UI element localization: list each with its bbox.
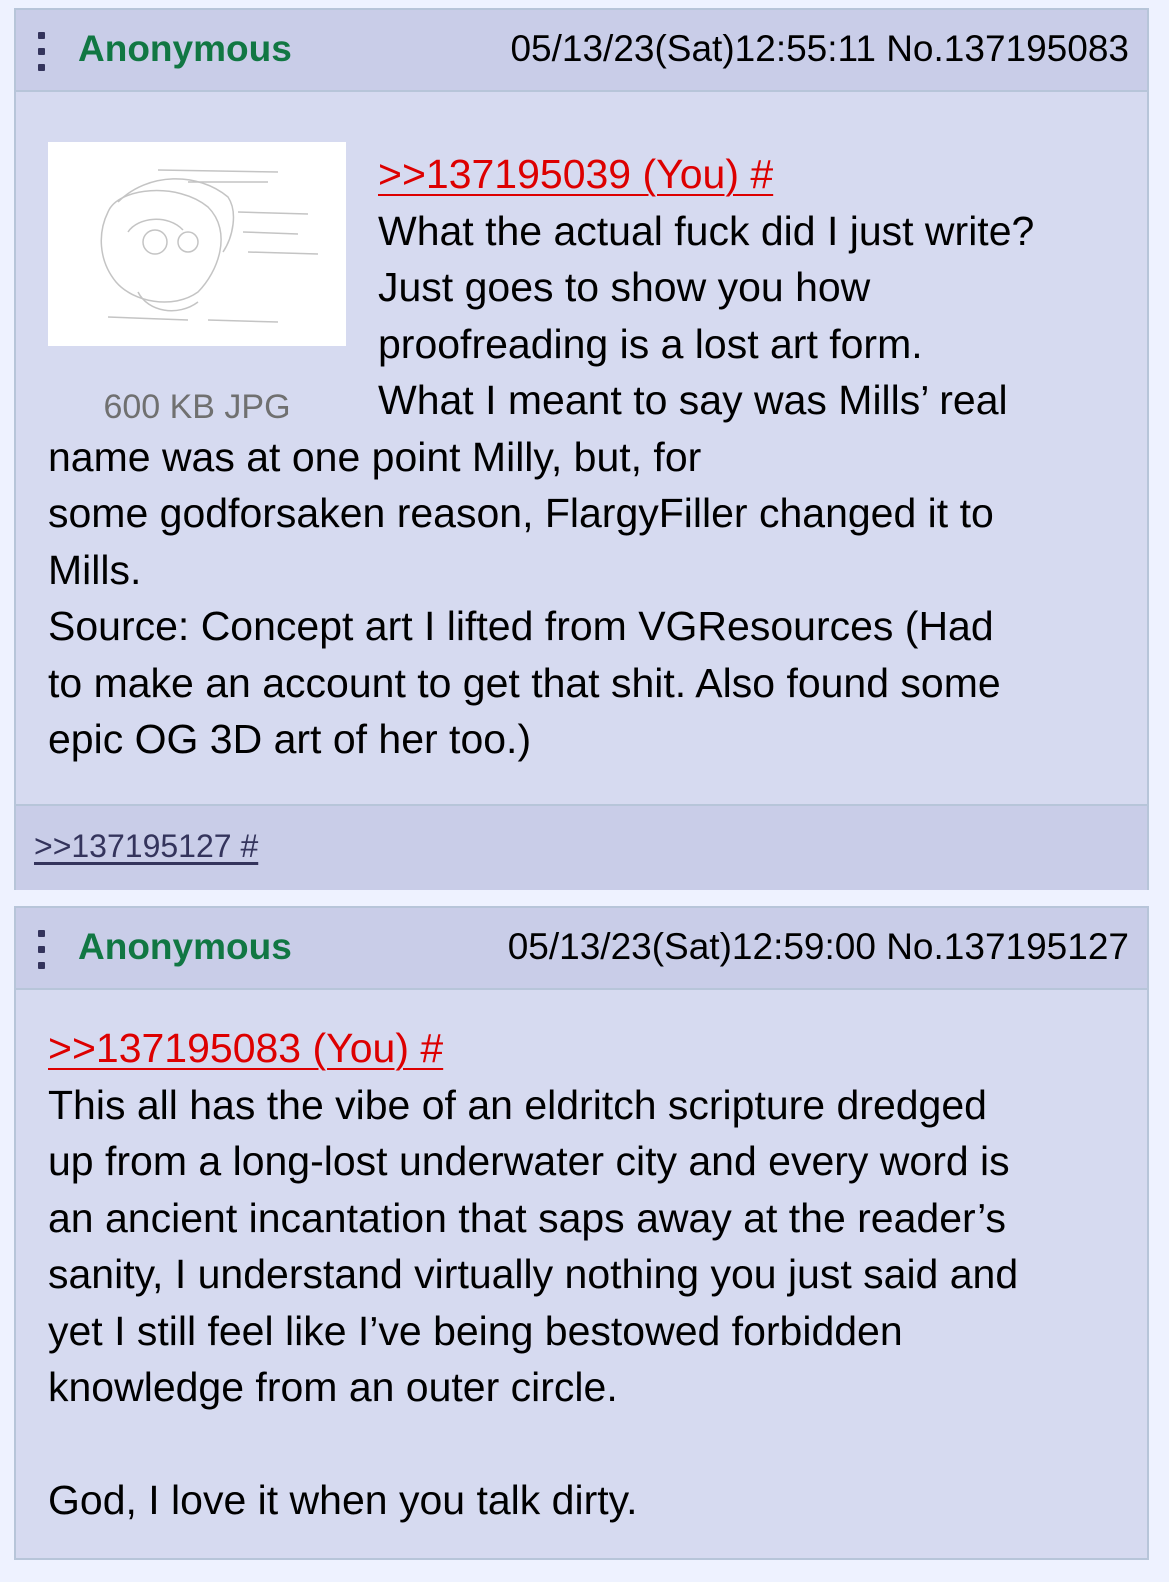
image-thumbnail[interactable] bbox=[48, 142, 346, 346]
file-info: 600 KB JPG bbox=[103, 388, 291, 426]
message-line: Mills. bbox=[48, 546, 142, 593]
quote-link[interactable]: >>137195083 (You) # bbox=[48, 1025, 443, 1071]
message-line: knowledge from an outer circle. bbox=[48, 1364, 618, 1410]
post-message: >>137195083 (You) # This all has the vib… bbox=[16, 990, 1147, 1529]
poster-name: Anonymous bbox=[78, 28, 292, 69]
message-line: an ancient incantation that saps away at… bbox=[48, 1194, 1007, 1241]
post-137195127: Anonymous 05/13/23(Sat)12:59:00 No.13719… bbox=[14, 906, 1149, 1560]
message-line: epic OG 3D art of her too.) bbox=[48, 716, 532, 762]
backlink[interactable]: >>137195127 # bbox=[34, 828, 258, 865]
message-line: some godforsaken reason, FlargyFiller ch… bbox=[48, 490, 994, 536]
message-line: Source: Concept art I lifted from VGReso… bbox=[48, 603, 994, 649]
message-line: up from a long-lost underwater city and … bbox=[48, 1138, 1010, 1184]
message-line: This all has the vibe of an eldritch scr… bbox=[48, 1081, 987, 1128]
post-137195083: Anonymous 05/13/23(Sat)12:55:11 No.13719… bbox=[14, 8, 1149, 890]
message-line: What the actual fuck did I just write? bbox=[378, 207, 1035, 254]
message-line: What I meant to say was Mills’ real bbox=[378, 377, 1008, 423]
post-meta: 05/13/23(Sat)12:59:00 No.137195127 bbox=[507, 926, 1129, 967]
backlinks-bar: >>137195127 # bbox=[16, 804, 1147, 890]
message-line: name was at one point Milly, but, for bbox=[48, 433, 702, 480]
message-line: to make an account to get that shit. Als… bbox=[48, 659, 1001, 706]
poster-name: Anonymous bbox=[78, 926, 292, 967]
sketch-image bbox=[100, 169, 319, 323]
message-line: God, I love it when you talk dirty. bbox=[48, 1477, 638, 1523]
kebab-menu-icon[interactable] bbox=[38, 930, 46, 970]
post-meta: 05/13/23(Sat)12:55:11 No.137195083 bbox=[510, 28, 1129, 69]
quote-link[interactable]: >>137195039 (You) # bbox=[378, 151, 773, 197]
post-header: Anonymous 05/13/23(Sat)12:59:00 No.13719… bbox=[16, 908, 1147, 990]
message-line: proofreading is a lost art form. bbox=[378, 320, 923, 367]
post-header: Anonymous 05/13/23(Sat)12:55:11 No.13719… bbox=[16, 10, 1147, 92]
kebab-menu-icon[interactable] bbox=[38, 32, 46, 72]
post-content: 600 KB JPG >>137195039 (You) # What the … bbox=[16, 92, 1147, 804]
thumbnail-block: 600 KB JPG bbox=[48, 142, 378, 427]
message-line: Just goes to show you how bbox=[378, 264, 871, 310]
message-line: sanity, I understand virtually nothing y… bbox=[48, 1251, 1019, 1297]
message-line: yet I still feel like I’ve being bestowe… bbox=[48, 1307, 903, 1354]
